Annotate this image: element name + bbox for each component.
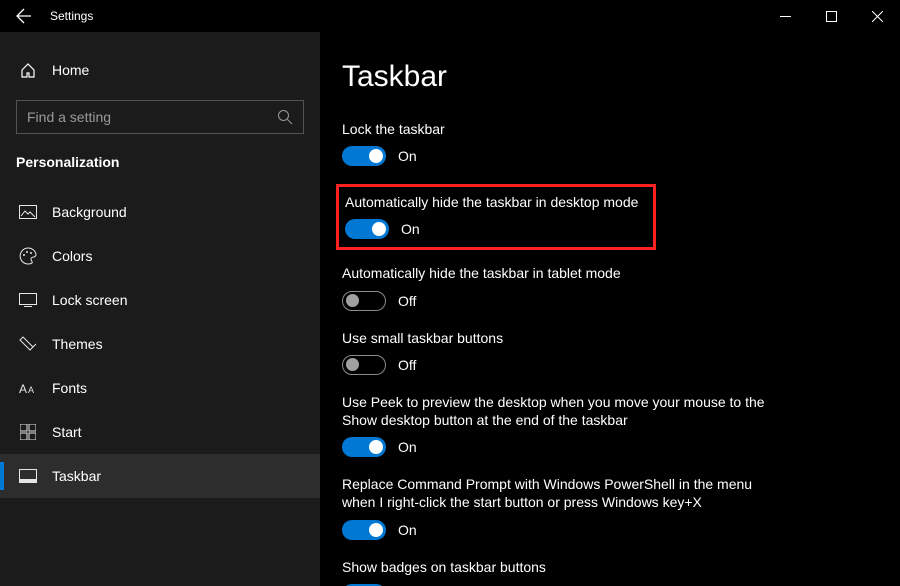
search-icon — [277, 109, 293, 125]
sidebar-item-start[interactable]: Start — [0, 410, 320, 454]
setting-label: Use small taskbar buttons — [342, 329, 782, 347]
nav-label: Fonts — [52, 380, 87, 396]
toggle-autohide-tablet[interactable] — [342, 291, 386, 311]
setting-peek: Use Peek to preview the desktop when you… — [342, 393, 878, 457]
sidebar-item-colors[interactable]: Colors — [0, 234, 320, 278]
home-icon — [16, 62, 40, 78]
arrow-left-icon — [16, 8, 32, 24]
setting-small-buttons: Use small taskbar buttons Off — [342, 329, 878, 375]
sidebar-item-lockscreen[interactable]: Lock screen — [0, 278, 320, 322]
window-title: Settings — [40, 9, 93, 23]
nav-label: Lock screen — [52, 292, 127, 308]
sidebar: Home Personalization Background Colors — [0, 32, 320, 586]
lockscreen-icon — [16, 293, 40, 307]
toggle-state: On — [398, 439, 417, 455]
close-icon — [872, 11, 883, 22]
svg-text:A: A — [28, 385, 34, 395]
setting-lock-taskbar: Lock the taskbar On — [342, 120, 878, 166]
toggle-autohide-desktop[interactable] — [345, 219, 389, 239]
start-icon — [16, 424, 40, 440]
toggle-state: Off — [398, 357, 416, 373]
themes-icon — [16, 335, 40, 353]
home-button[interactable]: Home — [0, 50, 320, 90]
home-label: Home — [52, 62, 89, 78]
sidebar-item-taskbar[interactable]: Taskbar — [0, 454, 320, 498]
category-header: Personalization — [0, 140, 320, 190]
toggle-lock-taskbar[interactable] — [342, 146, 386, 166]
main-panel: Taskbar Lock the taskbar On Automaticall… — [320, 32, 900, 586]
setting-label: Show badges on taskbar buttons — [342, 558, 782, 576]
maximize-icon — [826, 11, 837, 22]
sidebar-item-themes[interactable]: Themes — [0, 322, 320, 366]
nav-label: Background — [52, 204, 127, 220]
setting-label: Automatically hide the taskbar in tablet… — [342, 264, 782, 282]
search-box[interactable] — [16, 100, 304, 134]
minimize-icon — [780, 11, 791, 22]
maximize-button[interactable] — [808, 0, 854, 32]
nav-label: Start — [52, 424, 82, 440]
colors-icon — [16, 247, 40, 265]
minimize-button[interactable] — [762, 0, 808, 32]
setting-badges: Show badges on taskbar buttons — [342, 558, 878, 586]
background-icon — [16, 205, 40, 219]
toggle-state: Off — [398, 293, 416, 309]
sidebar-item-fonts[interactable]: AA Fonts — [0, 366, 320, 410]
toggle-state: On — [398, 148, 417, 164]
back-button[interactable] — [8, 0, 40, 32]
toggle-state: On — [401, 221, 420, 237]
nav-label: Taskbar — [52, 468, 101, 484]
setting-powershell: Replace Command Prompt with Windows Powe… — [342, 475, 878, 539]
page-title: Taskbar — [342, 60, 878, 94]
setting-autohide-tablet: Automatically hide the taskbar in tablet… — [342, 264, 878, 310]
search-input[interactable] — [27, 109, 277, 125]
svg-text:A: A — [19, 382, 27, 395]
close-button[interactable] — [854, 0, 900, 32]
setting-label: Lock the taskbar — [342, 120, 782, 138]
fonts-icon: AA — [16, 381, 40, 395]
toggle-peek[interactable] — [342, 437, 386, 457]
toggle-small-buttons[interactable] — [342, 355, 386, 375]
setting-label: Use Peek to preview the desktop when you… — [342, 393, 782, 429]
toggle-powershell[interactable] — [342, 520, 386, 540]
sidebar-item-background[interactable]: Background — [0, 190, 320, 234]
setting-autohide-desktop: Automatically hide the taskbar in deskto… — [336, 184, 656, 250]
toggle-state: On — [398, 522, 417, 538]
titlebar: Settings — [0, 0, 900, 32]
taskbar-icon — [16, 469, 40, 483]
setting-label: Automatically hide the taskbar in deskto… — [345, 193, 643, 211]
setting-label: Replace Command Prompt with Windows Powe… — [342, 475, 782, 511]
nav-label: Colors — [52, 248, 92, 264]
nav-label: Themes — [52, 336, 103, 352]
nav-list: Background Colors Lock screen Themes AA … — [0, 190, 320, 498]
